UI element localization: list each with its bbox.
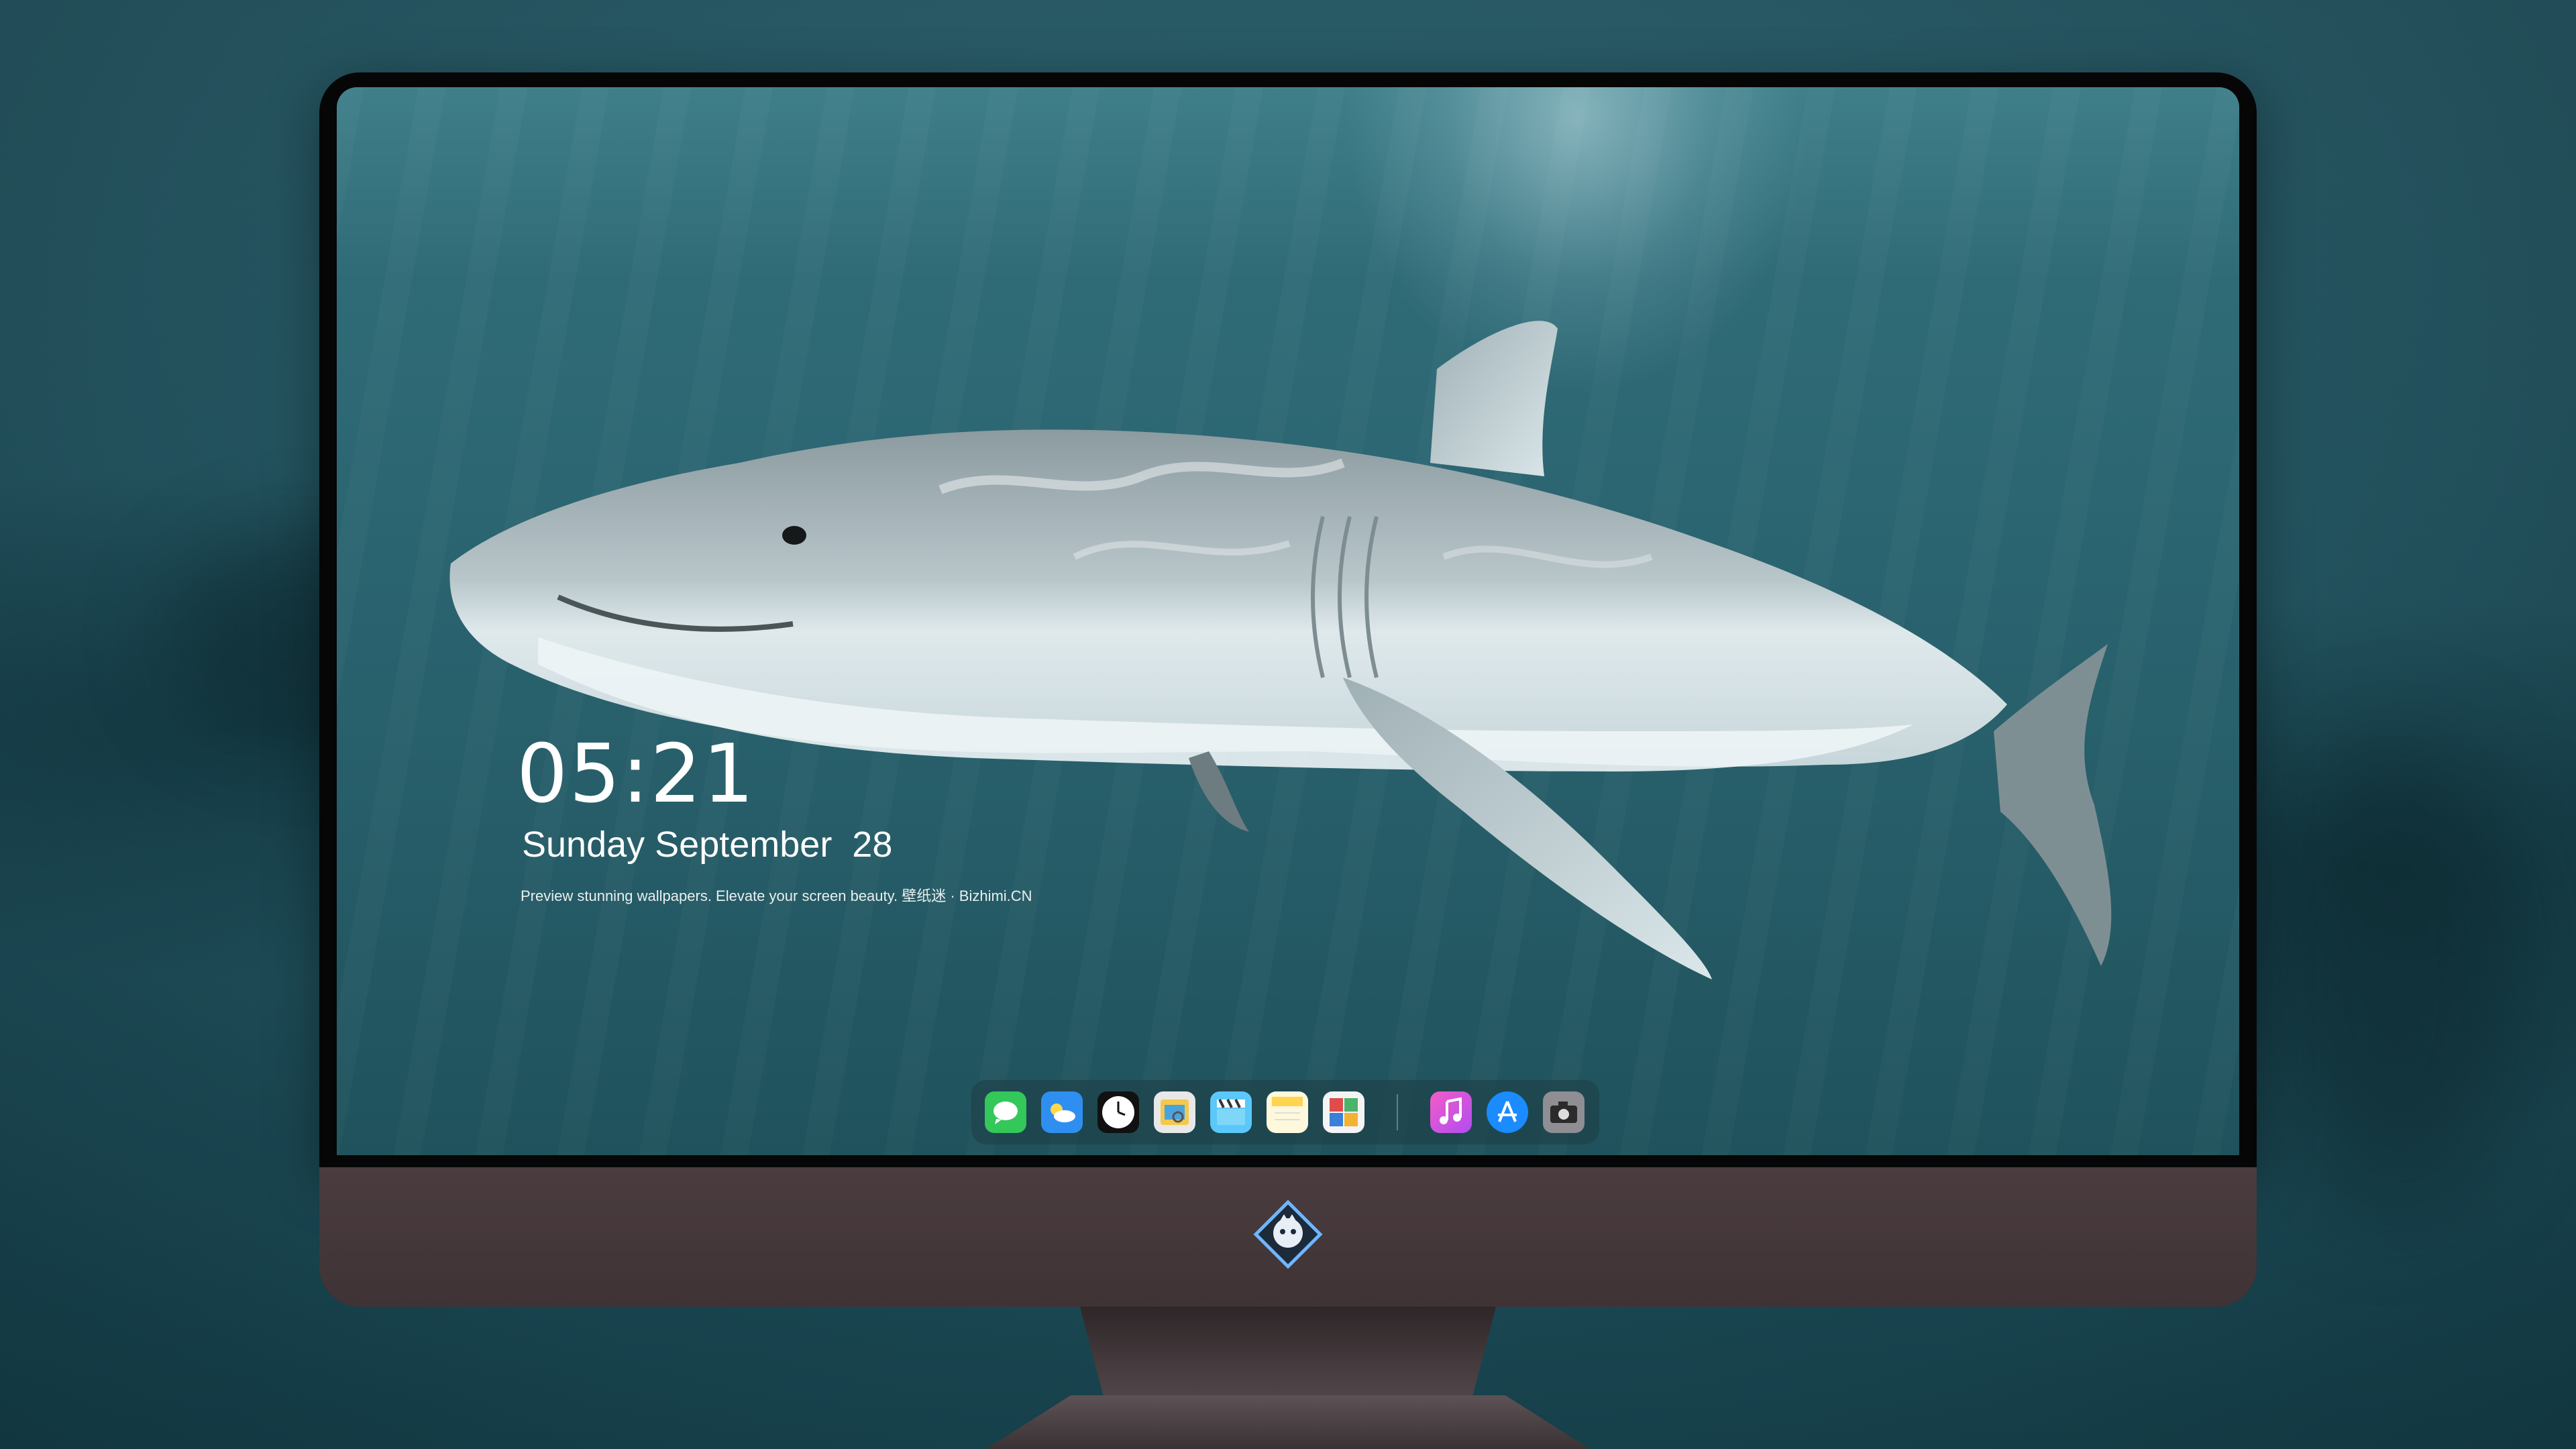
clock-icon[interactable] bbox=[1097, 1091, 1139, 1133]
monitor-screen: 05:21 Sunday September 28 Preview stunni… bbox=[337, 87, 2239, 1155]
messages-icon[interactable] bbox=[985, 1091, 1026, 1133]
weather-icon[interactable] bbox=[1041, 1091, 1083, 1133]
app-store-icon[interactable] bbox=[1487, 1091, 1528, 1133]
bizhimi-logo-icon bbox=[1253, 1199, 1323, 1269]
itunes-icon[interactable] bbox=[1430, 1091, 1472, 1133]
lockscreen-date: Sunday September 28 bbox=[522, 824, 893, 865]
background-shark-shadow-right bbox=[2267, 738, 2522, 1208]
shark-dorsal-fin bbox=[1430, 321, 1558, 476]
notes-icon[interactable] bbox=[1267, 1091, 1308, 1133]
shark-wallpaper bbox=[449, 321, 2112, 979]
camera-icon[interactable] bbox=[1543, 1091, 1585, 1133]
dock-separator bbox=[1397, 1094, 1398, 1130]
clips-icon[interactable] bbox=[1210, 1091, 1252, 1133]
monitor-stand-base bbox=[986, 1395, 1590, 1449]
preview-icon[interactable] bbox=[1154, 1091, 1195, 1133]
lockscreen-tagline: Preview stunning wallpapers. Elevate you… bbox=[521, 888, 1032, 904]
dock bbox=[971, 1080, 1599, 1144]
lockscreen-time: 05:21 bbox=[517, 728, 755, 821]
photo-booth-icon[interactable] bbox=[1323, 1091, 1364, 1133]
shark-tail bbox=[1994, 644, 2112, 966]
shark-eye bbox=[782, 526, 806, 545]
